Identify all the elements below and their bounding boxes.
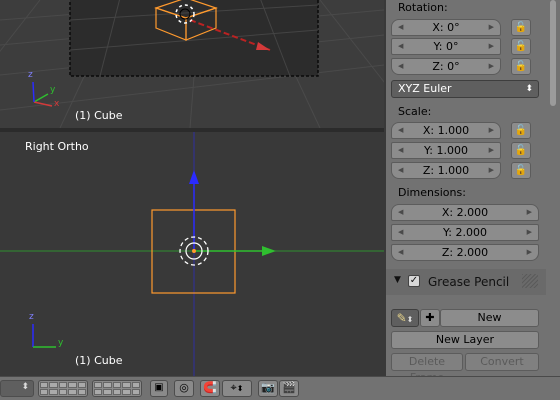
scale-x-field[interactable]: ◀ X: 1.000 ▶	[391, 122, 501, 139]
panel-scrollbar[interactable]	[546, 0, 560, 376]
rotation-x-field[interactable]: ◀ X: 0° ▶	[391, 19, 501, 36]
axis-x-label: x	[54, 99, 60, 109]
layers-grid-icon[interactable]	[38, 380, 88, 397]
pivot-icon[interactable]: ⌖⬍	[222, 380, 252, 397]
rotation-label: Rotation:	[398, 1, 448, 14]
new-grease-pencil-button[interactable]: New	[440, 309, 539, 327]
checkbox-icon[interactable]: ✓	[408, 275, 420, 287]
z-manipulator-arrow	[189, 170, 199, 184]
scale-x-lock-icon[interactable]: 🔓	[511, 122, 531, 139]
grease-pencil-header[interactable]: ▼ ✓ Grease Pencil	[386, 269, 546, 295]
axis-z-label: z	[28, 70, 33, 80]
rotation-z-field[interactable]: ◀ Z: 0° ▶	[391, 58, 501, 75]
drag-handle-icon[interactable]	[522, 274, 538, 288]
object-name-label-ortho: (1) Cube	[75, 354, 123, 367]
scrollbar-thumb[interactable]	[550, 0, 556, 106]
scale-z-lock-icon[interactable]: 🔓	[511, 162, 531, 179]
scale-y-field[interactable]: ◀ Y: 1.000 ▶	[391, 142, 501, 159]
pencil-icon: ✎	[396, 311, 407, 325]
object-name-label: (1) Cube	[75, 109, 123, 122]
view-name-label: Right Ortho	[25, 140, 89, 153]
lock-layers-icon[interactable]: ▣	[150, 380, 168, 397]
axis-z-label-ortho: z	[29, 312, 34, 322]
scale-y-lock-icon[interactable]: 🔓	[511, 142, 531, 159]
viewport-header-toolbar: ⬍ ▣ ◎ 🧲 ⌖⬍ 📷 🎬	[0, 376, 560, 400]
y-manipulator-arrow	[262, 246, 276, 256]
dimension-z-field[interactable]: ◀ Z: 2.000 ▶	[391, 244, 539, 261]
scale-label: Scale:	[398, 105, 432, 118]
scale-z-field[interactable]: ◀ Z: 1.000 ▶	[391, 162, 501, 179]
dropdown-arrows-icon: ⬍	[525, 84, 533, 94]
camera-frame	[69, 0, 319, 77]
pencil-icon-select[interactable]: ✎⬍	[391, 309, 419, 327]
convert-button[interactable]: Convert	[465, 353, 539, 371]
dimensions-label: Dimensions:	[398, 186, 466, 199]
magnet-icon[interactable]: 🧲	[200, 380, 220, 397]
top-3d-viewport[interactable]: y x z (1) Cube	[0, 0, 384, 128]
rotation-y-field[interactable]: ◀ Y: 0° ▶	[391, 38, 501, 55]
axis-y-label-ortho: y	[58, 338, 64, 348]
camera-icon[interactable]: 📷	[258, 380, 278, 397]
plus-icon[interactable]: ✚	[420, 309, 440, 327]
rotation-y-lock-icon[interactable]: 🔓	[511, 38, 531, 55]
properties-panel: Rotation: ◀ X: 0° ▶ 🔓 ◀ Y: 0° ▶ 🔓 ◀ Z: 0° ▶ 🔓 …	[386, 0, 546, 384]
dimension-y-field[interactable]: ◀ Y: 2.000 ▶	[391, 224, 539, 241]
rotation-x-lock-icon[interactable]: 🔓	[511, 19, 531, 36]
mode-select[interactable]: ⬍	[0, 380, 34, 397]
disclosure-triangle-icon[interactable]: ▼	[394, 275, 401, 285]
axis-y-label: y	[50, 85, 56, 95]
layers-grid-icon-2[interactable]	[92, 380, 142, 397]
dimension-x-field[interactable]: ◀ X: 2.000 ▶	[391, 204, 539, 221]
delete-frame-button[interactable]: Delete Frame	[391, 353, 463, 384]
right-ortho-viewport[interactable]: Right Ortho z y (1) Cube	[0, 132, 384, 376]
rotation-z-lock-icon[interactable]: 🔓	[511, 58, 531, 75]
grease-pencil-title: Grease Pencil	[428, 275, 510, 289]
rotation-mode-select[interactable]: XYZ Euler ⬍	[391, 80, 539, 98]
new-layer-button[interactable]: New Layer	[391, 331, 539, 349]
proportional-edit-icon[interactable]: ◎	[174, 380, 194, 397]
clapper-icon[interactable]: 🎬	[279, 380, 299, 397]
